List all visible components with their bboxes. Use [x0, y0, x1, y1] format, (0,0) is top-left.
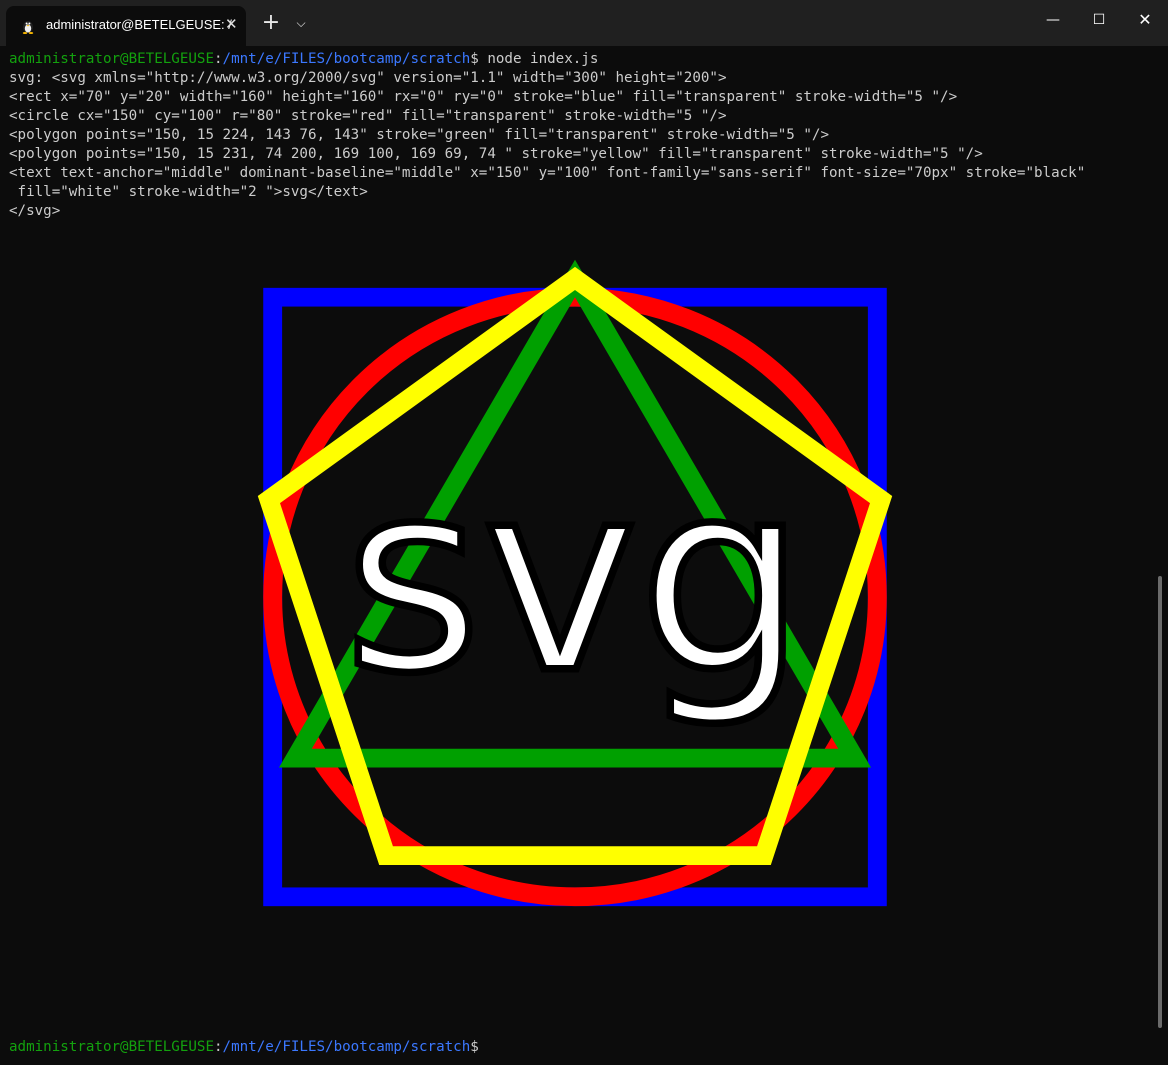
vertical-scrollbar[interactable]	[1158, 576, 1162, 1028]
new-tab-button[interactable]: +	[256, 8, 286, 38]
output-line: <polygon points="150, 15 231, 74 200, 16…	[9, 146, 983, 162]
svg-text: svg	[344, 426, 806, 732]
terminal-tab[interactable]: administrator@BETELGEUSE: / ✕	[6, 6, 246, 46]
prompt-dollar: $	[470, 51, 479, 67]
output-line: fill="white" stroke-width="2 ">svg</text…	[9, 184, 368, 200]
title-bar: administrator@BETELGEUSE: / ✕ + ⌵ — ☐ ✕	[0, 0, 1168, 46]
output-line: </svg>	[9, 203, 61, 219]
prompt-separator: :	[214, 51, 223, 67]
prompt-line-final: administrator@BETELGEUSE:/mnt/e/FILES/bo…	[9, 1038, 479, 1057]
minimize-button[interactable]: —	[1030, 0, 1076, 40]
tab-close-icon[interactable]: ✕	[225, 15, 238, 33]
maximize-button[interactable]: ☐	[1076, 0, 1122, 40]
prompt-path: /mnt/e/FILES/bootcamp/scratch	[222, 1039, 471, 1055]
output-line: <circle cx="150" cy="100" r="80" stroke=…	[9, 108, 727, 124]
output-line: <polygon points="150, 15 224, 143 76, 14…	[9, 127, 829, 143]
prompt-separator: :	[214, 1039, 223, 1055]
prompt-path: /mnt/e/FILES/bootcamp/scratch	[222, 51, 471, 67]
terminal-pane[interactable]: administrator@BETELGEUSE:/mnt/e/FILES/bo…	[0, 46, 1168, 1065]
prompt-dollar: $	[470, 1039, 479, 1055]
output-line: <text text-anchor="middle" dominant-base…	[9, 165, 1086, 181]
output-line: <rect x="70" y="20" width="160" height="…	[9, 89, 958, 105]
prompt-user: administrator@BETELGEUSE	[9, 1039, 214, 1055]
rendered-svg-image: svg	[257, 259, 893, 907]
linux-penguin-icon	[22, 21, 34, 34]
command-text: node index.js	[478, 51, 599, 67]
close-window-button[interactable]: ✕	[1122, 0, 1168, 40]
tab-title: administrator@BETELGEUSE: /	[46, 17, 232, 32]
output-line: svg: <svg xmlns="http://www.w3.org/2000/…	[9, 70, 727, 86]
tab-dropdown-chevron-icon[interactable]: ⌵	[286, 8, 316, 38]
prompt-user: administrator@BETELGEUSE	[9, 51, 214, 67]
prompt-line: administrator@BETELGEUSE:/mnt/e/FILES/bo…	[9, 50, 598, 69]
